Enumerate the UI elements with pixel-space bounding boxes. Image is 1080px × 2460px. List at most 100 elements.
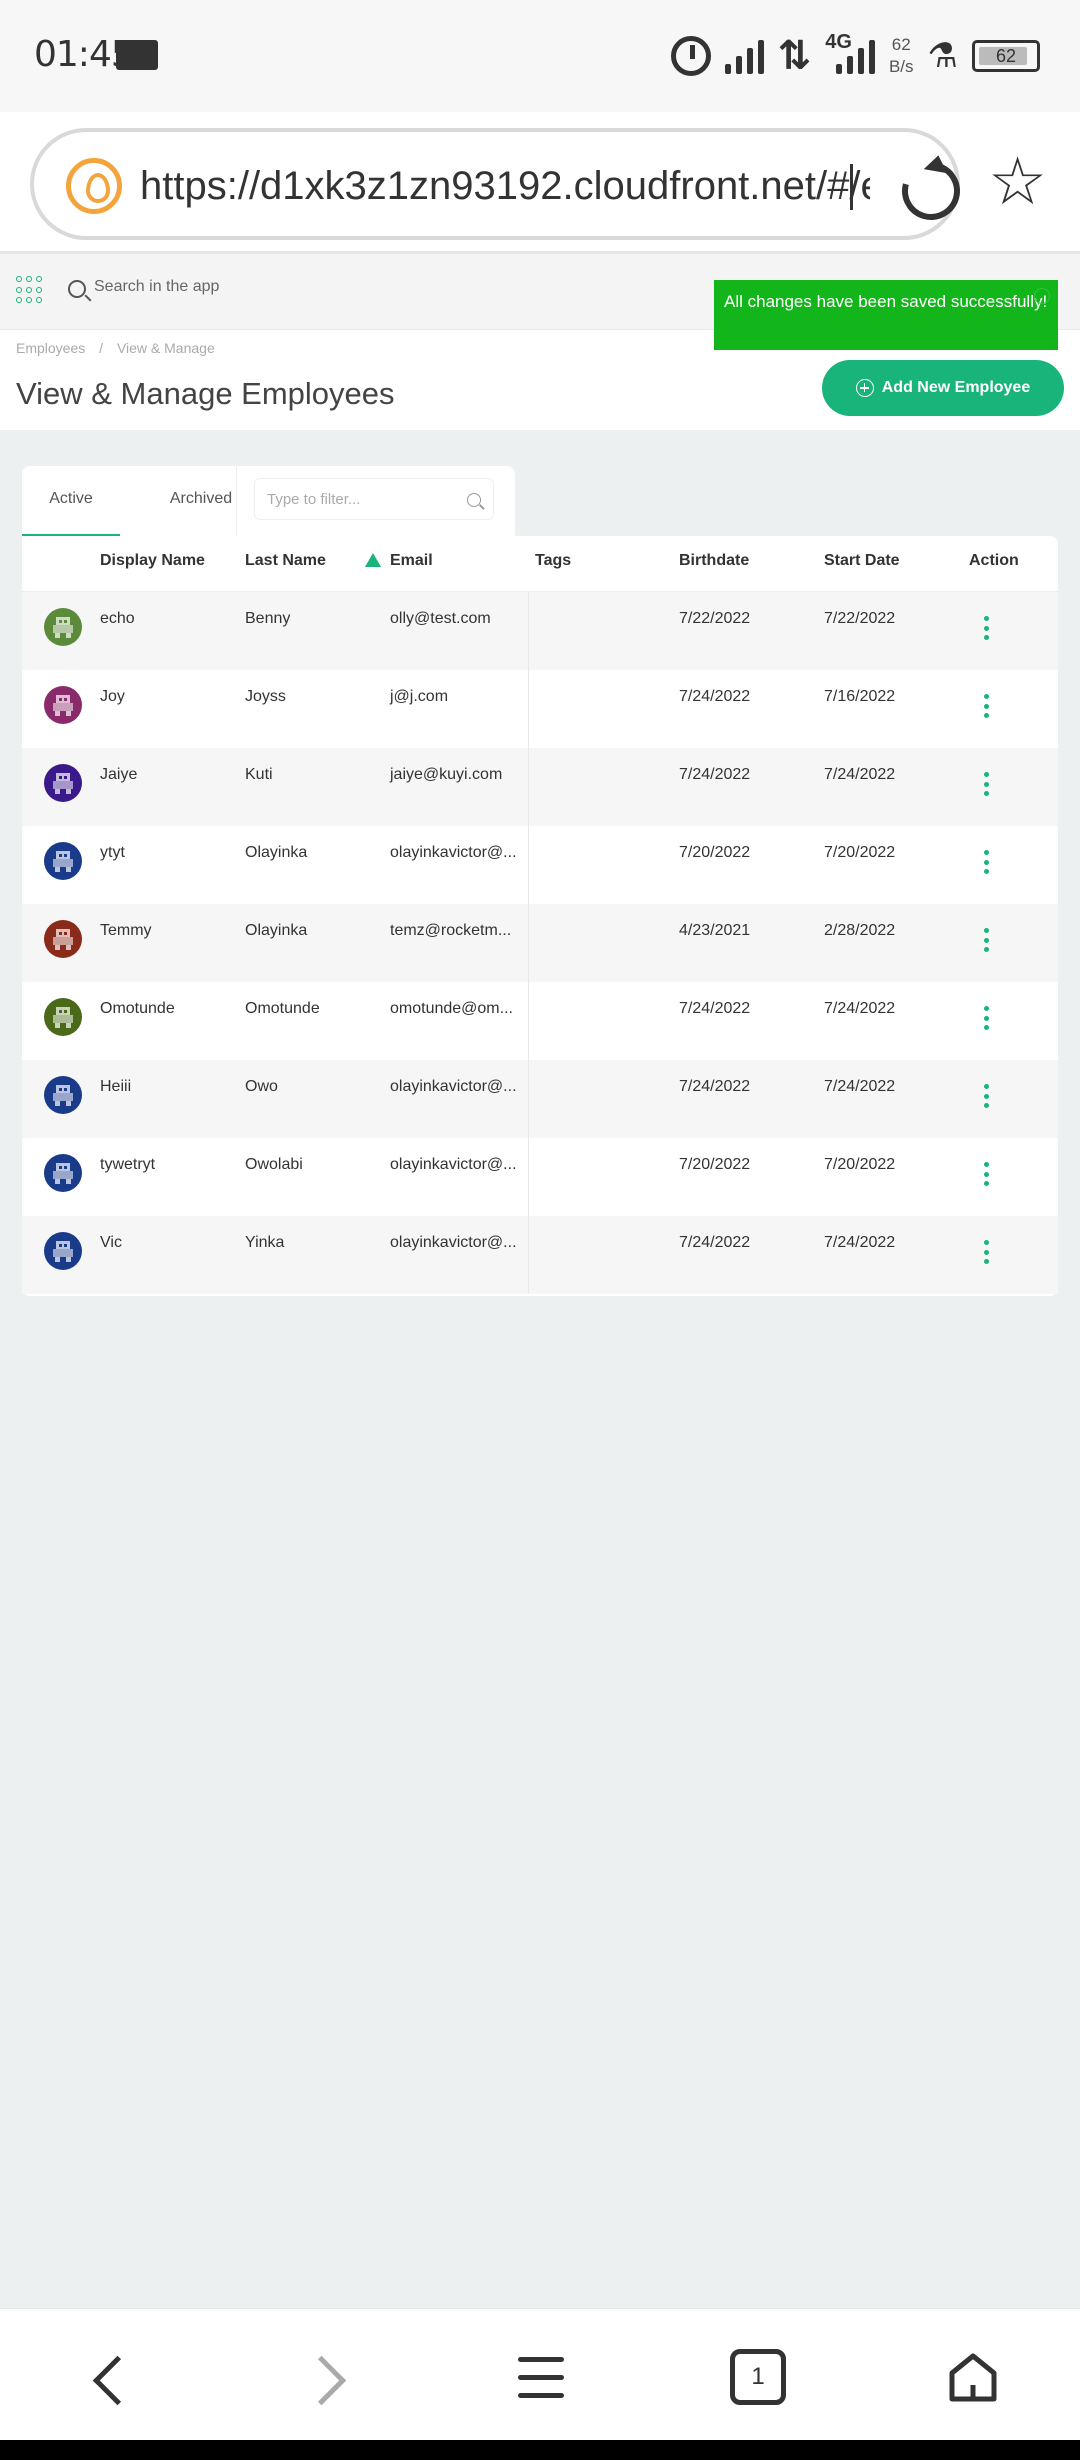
bookmark-star-icon[interactable]: ☆ bbox=[988, 148, 1047, 214]
table-header: Display Name Last Name Email Tags Birthd… bbox=[22, 536, 1058, 592]
table-row[interactable]: Jaiye Kuti jaiye@kuyi.com 7/24/2022 7/24/202… bbox=[22, 748, 1058, 826]
cell-display-name: Vic bbox=[100, 1234, 122, 1251]
sort-ascending-icon[interactable] bbox=[365, 553, 381, 567]
cell-display-name: Jaiye bbox=[100, 766, 138, 783]
cell-last-name: Owo bbox=[245, 1078, 278, 1095]
flask-icon: ⚗ bbox=[927, 37, 958, 75]
column-display-name[interactable]: Display Name bbox=[100, 552, 205, 570]
cell-display-name: echo bbox=[100, 610, 135, 627]
mail-icon bbox=[116, 40, 158, 70]
breadcrumb-view-manage: View & Manage bbox=[116, 340, 215, 356]
row-actions-kebab-icon[interactable] bbox=[984, 1240, 990, 1264]
column-separator bbox=[528, 982, 529, 1060]
avatar bbox=[44, 998, 82, 1036]
status-indicators: ⇅ 4G 62 B/s ⚗ 62 bbox=[670, 26, 1040, 86]
battery-level: 62 bbox=[995, 45, 1017, 66]
cell-start-date: 7/22/2022 bbox=[824, 610, 896, 627]
cell-display-name: Temmy bbox=[100, 922, 152, 939]
avatar bbox=[44, 1154, 82, 1192]
status-bar: 01:45 ⇅ 4G 62 B/s ⚗ 62 bbox=[0, 0, 1080, 112]
tabs-icon[interactable]: 1 bbox=[722, 2349, 792, 2419]
site-info-icon[interactable] bbox=[66, 158, 122, 214]
cell-birthdate: 7/24/2022 bbox=[679, 1234, 751, 1251]
row-actions-kebab-icon[interactable] bbox=[984, 1162, 990, 1186]
column-separator bbox=[528, 1138, 529, 1216]
cell-email: jaiye@kuyi.com bbox=[390, 766, 503, 783]
table-row[interactable]: echo Benny olly@test.com 7/22/2022 7/22/2022 bbox=[22, 592, 1058, 670]
row-actions-kebab-icon[interactable] bbox=[984, 1006, 990, 1030]
app-search-input[interactable]: Search in the app bbox=[94, 278, 219, 296]
breadcrumb-separator: / bbox=[99, 340, 104, 356]
search-icon bbox=[68, 280, 86, 298]
apps-grid-icon[interactable] bbox=[16, 276, 44, 304]
table-row[interactable]: Joy Joyss j@j.com 7/24/2022 7/16/2022 bbox=[22, 670, 1058, 748]
page-title: View & Manage Employees bbox=[16, 376, 395, 411]
column-tags[interactable]: Tags bbox=[535, 552, 571, 570]
cell-last-name: Kuti bbox=[245, 766, 273, 783]
home-icon[interactable] bbox=[938, 2349, 1008, 2419]
add-new-employee-button[interactable]: Add New Employee bbox=[822, 360, 1064, 416]
cell-start-date: 7/16/2022 bbox=[824, 688, 896, 705]
forward-icon[interactable] bbox=[290, 2349, 360, 2419]
reload-icon[interactable] bbox=[891, 151, 971, 231]
cell-last-name: Joyss bbox=[245, 688, 286, 705]
cell-last-name: Benny bbox=[245, 610, 291, 627]
cell-display-name: Omotunde bbox=[100, 1000, 175, 1017]
url-text[interactable]: https://d1xk3z1zn93192.cloudfront.net/#/… bbox=[140, 156, 870, 216]
back-icon[interactable] bbox=[72, 2349, 142, 2419]
avatar bbox=[44, 764, 82, 802]
row-actions-kebab-icon[interactable] bbox=[984, 850, 990, 874]
row-actions-kebab-icon[interactable] bbox=[984, 616, 990, 640]
row-actions-kebab-icon[interactable] bbox=[984, 928, 990, 952]
table-row[interactable]: Omotunde Omotunde omotunde@om... 7/24/2022 7… bbox=[22, 982, 1058, 1060]
filter-input[interactable]: Type to filter... bbox=[254, 478, 494, 520]
avatar bbox=[44, 686, 82, 724]
avatar bbox=[44, 608, 82, 646]
cell-start-date: 7/20/2022 bbox=[824, 1156, 896, 1173]
table-row[interactable]: Temmy Olayinka temz@rocketm... 4/23/2021 2/2… bbox=[22, 904, 1058, 982]
table-row[interactable]: Heiii Owo olayinkavictor@... 7/24/2022 7/24/… bbox=[22, 1060, 1058, 1138]
cell-start-date: 7/24/2022 bbox=[824, 766, 896, 783]
speed-unit: B/s bbox=[888, 57, 914, 76]
cell-last-name: Olayinka bbox=[245, 922, 308, 939]
column-separator bbox=[528, 826, 529, 904]
address-bar[interactable]: https://d1xk3z1zn93192.cloudfront.net/#/… bbox=[30, 128, 971, 240]
column-separator bbox=[528, 1060, 529, 1138]
avatar bbox=[44, 1076, 82, 1114]
cell-email: temz@rocketm... bbox=[390, 922, 512, 939]
menu-icon[interactable] bbox=[506, 2349, 576, 2419]
table-row[interactable]: tywetryt Owolabi olayinkavictor@... 7/20/20… bbox=[22, 1138, 1058, 1216]
column-last-name[interactable]: Last Name bbox=[245, 552, 326, 570]
toast-message: All changes have been saved successfully… bbox=[724, 292, 1048, 311]
tab-count: 1 bbox=[730, 2349, 786, 2405]
cell-last-name: Omotunde bbox=[245, 1000, 320, 1017]
battery-icon: 62 bbox=[972, 40, 1040, 72]
text-cursor bbox=[850, 164, 853, 210]
add-new-employee-label: Add New Employee bbox=[881, 379, 1031, 396]
tab-archived[interactable]: Archived bbox=[146, 488, 256, 536]
browser-bottom-nav: 1 bbox=[0, 2308, 1080, 2440]
table-row[interactable]: Vic Yinka olayinkavictor@... 7/24/2022 7/24/… bbox=[22, 1216, 1058, 1294]
avatar bbox=[44, 920, 82, 958]
tab-active[interactable]: Active bbox=[22, 488, 120, 536]
employee-tabs: Active Archived Type to filter... bbox=[22, 466, 515, 536]
employees-table: Display Name Last Name Email Tags Birthd… bbox=[22, 536, 1058, 1296]
cell-last-name: Olayinka bbox=[245, 844, 308, 861]
filter-placeholder: Type to filter... bbox=[267, 491, 361, 508]
row-actions-kebab-icon[interactable] bbox=[984, 694, 990, 718]
column-start-date[interactable]: Start Date bbox=[824, 552, 900, 570]
table-row[interactable]: ytyt Olayinka olayinkavictor@... 7/20/2022 7… bbox=[22, 826, 1058, 904]
system-home-bar bbox=[0, 2440, 1080, 2460]
cell-display-name: Heiii bbox=[100, 1078, 132, 1095]
column-separator bbox=[528, 904, 529, 982]
row-actions-kebab-icon[interactable] bbox=[984, 772, 990, 796]
cell-display-name: ytyt bbox=[100, 844, 125, 861]
breadcrumb-employees[interactable]: Employees bbox=[16, 340, 85, 356]
column-email[interactable]: Email bbox=[390, 552, 433, 570]
toast-close-icon[interactable] bbox=[1034, 288, 1050, 304]
filter-search-icon[interactable] bbox=[467, 493, 481, 507]
cell-birthdate: 4/23/2021 bbox=[679, 922, 751, 939]
row-actions-kebab-icon[interactable] bbox=[984, 1084, 990, 1108]
column-birthdate[interactable]: Birthdate bbox=[679, 552, 749, 570]
column-action: Action bbox=[969, 552, 1019, 569]
